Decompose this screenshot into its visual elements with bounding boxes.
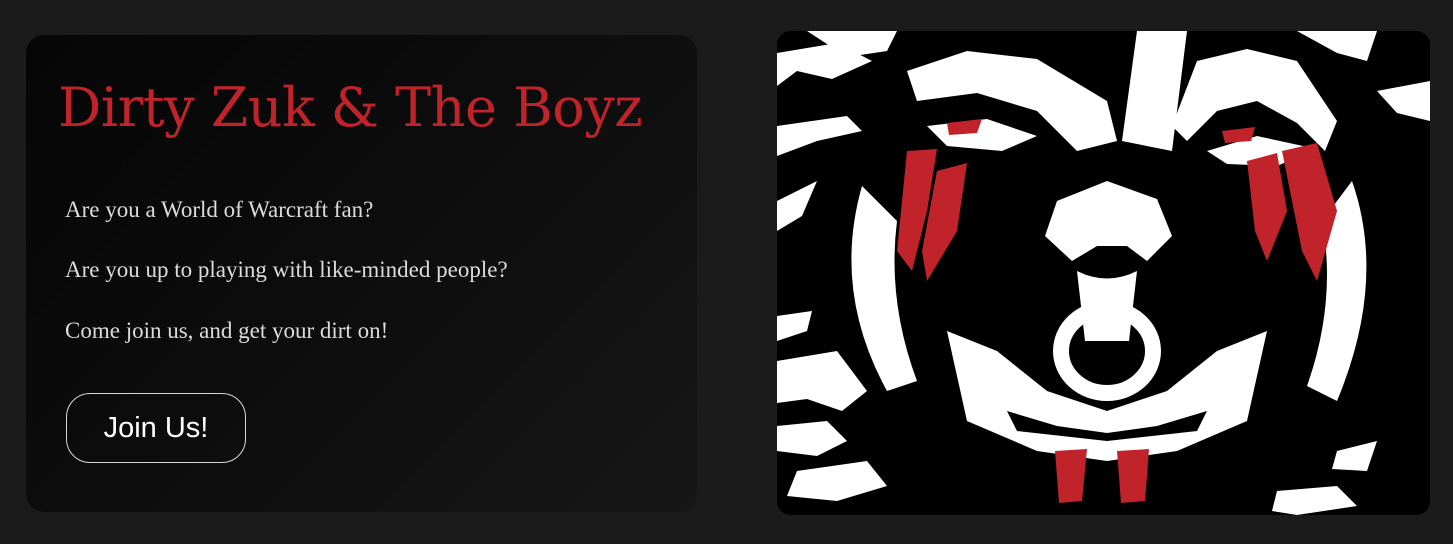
join-us-button[interactable]: Join Us!	[66, 393, 246, 463]
intro-line-fan: Are you a World of Warcraft fan?	[65, 197, 374, 222]
orc-face-icon	[777, 31, 1430, 515]
page-title: Dirty Zuk & The Boyz	[58, 76, 643, 139]
intro-line-players: Are you up to playing with like-minded p…	[65, 257, 508, 282]
hero-image	[777, 31, 1430, 515]
hero-card: Dirty Zuk & The Boyz Are you a World of …	[26, 35, 697, 512]
intro-line-join: Come join us, and get your dirt on!	[65, 318, 389, 343]
page: Dirty Zuk & The Boyz Are you a World of …	[0, 0, 1453, 544]
